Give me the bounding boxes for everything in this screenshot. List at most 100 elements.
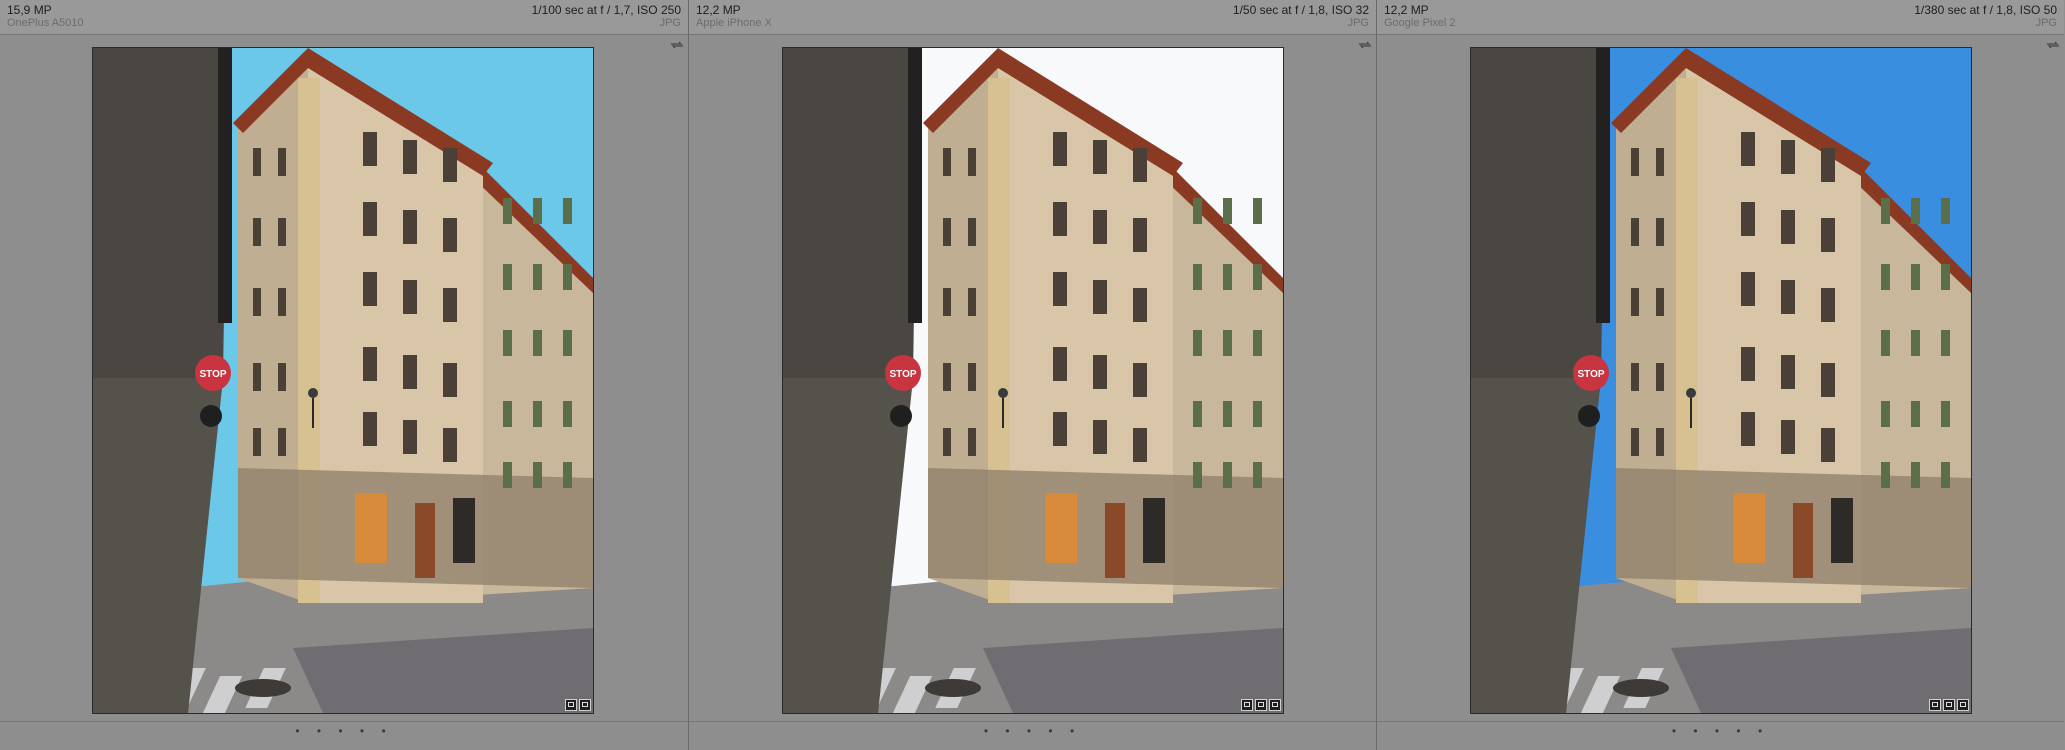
survey-panel-1[interactable]: 15,9 MP OnePlus A5010 1/100 sec at f / 1… bbox=[0, 0, 688, 750]
collection-badge-icon[interactable] bbox=[579, 699, 591, 711]
window bbox=[403, 140, 417, 174]
window bbox=[943, 288, 951, 316]
window bbox=[968, 148, 976, 176]
window bbox=[943, 363, 951, 391]
window bbox=[1656, 218, 1664, 246]
window bbox=[1631, 148, 1639, 176]
window bbox=[1223, 401, 1232, 427]
window bbox=[1911, 198, 1920, 224]
stop-sign-text: STOP bbox=[1577, 369, 1604, 380]
shop-window bbox=[1831, 498, 1853, 563]
window bbox=[1133, 218, 1147, 252]
comment-badge-icon[interactable] bbox=[1241, 699, 1253, 711]
window bbox=[1253, 401, 1262, 427]
window bbox=[278, 288, 286, 316]
comment-badge-icon[interactable] bbox=[1929, 699, 1941, 711]
window bbox=[1941, 330, 1950, 356]
photo-badges bbox=[565, 699, 591, 711]
window bbox=[1223, 198, 1232, 224]
window bbox=[1781, 355, 1795, 389]
window bbox=[943, 218, 951, 246]
panel-header: 12,2 MP Apple iPhone X 1/50 sec at f / 1… bbox=[689, 0, 1376, 35]
window bbox=[1093, 420, 1107, 454]
window bbox=[1741, 202, 1755, 236]
window bbox=[1911, 462, 1920, 488]
window bbox=[443, 148, 457, 182]
window bbox=[1741, 412, 1755, 446]
window bbox=[1741, 272, 1755, 306]
window bbox=[1223, 462, 1232, 488]
survey-view: 15,9 MP OnePlus A5010 1/100 sec at f / 1… bbox=[0, 0, 2065, 750]
window bbox=[1821, 288, 1835, 322]
window bbox=[1821, 363, 1835, 397]
comment-badge-icon[interactable] bbox=[565, 699, 577, 711]
window bbox=[278, 148, 286, 176]
window bbox=[1911, 264, 1920, 290]
street-lamp-head bbox=[1686, 388, 1696, 398]
window bbox=[563, 401, 572, 427]
drainpipe bbox=[1596, 48, 1610, 323]
window bbox=[1656, 363, 1664, 391]
flip-arrows-icon[interactable] bbox=[1358, 41, 1372, 49]
window bbox=[968, 363, 976, 391]
shop-window bbox=[355, 493, 387, 563]
collection-badge-icon[interactable] bbox=[1255, 699, 1267, 711]
panel-footer: • • • • • bbox=[0, 721, 688, 750]
window bbox=[403, 355, 417, 389]
window bbox=[1781, 280, 1795, 314]
photo-thumbnail[interactable]: STOP bbox=[92, 47, 594, 714]
window bbox=[1223, 330, 1232, 356]
window bbox=[253, 428, 261, 456]
street-lamp-head bbox=[308, 388, 318, 398]
window bbox=[253, 363, 261, 391]
window bbox=[533, 330, 542, 356]
edited-badge-icon[interactable] bbox=[1269, 699, 1281, 711]
collection-badge-icon[interactable] bbox=[1943, 699, 1955, 711]
window bbox=[1093, 280, 1107, 314]
survey-panel-3[interactable]: 12,2 MP Google Pixel 2 1/380 sec at f / … bbox=[1376, 0, 2064, 750]
window bbox=[1193, 330, 1202, 356]
photo-thumbnail[interactable]: STOP bbox=[1470, 47, 1972, 714]
window bbox=[968, 288, 976, 316]
window bbox=[403, 210, 417, 244]
stop-sign-text: STOP bbox=[889, 369, 916, 380]
flip-arrows-icon[interactable] bbox=[2046, 41, 2060, 49]
window bbox=[1781, 140, 1795, 174]
survey-panel-2[interactable]: 12,2 MP Apple iPhone X 1/50 sec at f / 1… bbox=[688, 0, 1376, 750]
window bbox=[943, 148, 951, 176]
edited-badge-icon[interactable] bbox=[1957, 699, 1969, 711]
format-label: JPG bbox=[659, 17, 681, 29]
rating-dots[interactable]: • • • • • bbox=[984, 724, 1081, 738]
rating-dots[interactable]: • • • • • bbox=[1672, 724, 1769, 738]
window bbox=[1253, 264, 1262, 290]
flip-arrows-icon[interactable] bbox=[670, 41, 684, 49]
window bbox=[443, 428, 457, 462]
window bbox=[503, 330, 512, 356]
manhole-cover bbox=[235, 679, 291, 697]
window bbox=[1053, 272, 1067, 306]
window bbox=[1223, 264, 1232, 290]
window bbox=[1631, 218, 1639, 246]
window bbox=[363, 132, 377, 166]
window bbox=[1631, 363, 1639, 391]
rating-dots[interactable]: • • • • • bbox=[295, 724, 392, 738]
window bbox=[1941, 198, 1950, 224]
street-lamp-head bbox=[998, 388, 1008, 398]
window bbox=[363, 412, 377, 446]
drainpipe bbox=[218, 48, 232, 323]
shop-window bbox=[1733, 493, 1765, 563]
window bbox=[1941, 264, 1950, 290]
camera-label: Google Pixel 2 bbox=[1384, 17, 1456, 29]
window bbox=[1631, 288, 1639, 316]
stop-sign-text: STOP bbox=[199, 369, 226, 380]
window bbox=[1133, 288, 1147, 322]
shop-door bbox=[1793, 503, 1813, 578]
window bbox=[278, 428, 286, 456]
camera-label: OnePlus A5010 bbox=[7, 17, 84, 29]
photo-thumbnail[interactable]: STOP bbox=[782, 47, 1284, 714]
window bbox=[1911, 330, 1920, 356]
window bbox=[1881, 264, 1890, 290]
megapixels-label: 12,2 MP bbox=[1384, 3, 1429, 17]
window bbox=[1193, 401, 1202, 427]
window bbox=[563, 462, 572, 488]
